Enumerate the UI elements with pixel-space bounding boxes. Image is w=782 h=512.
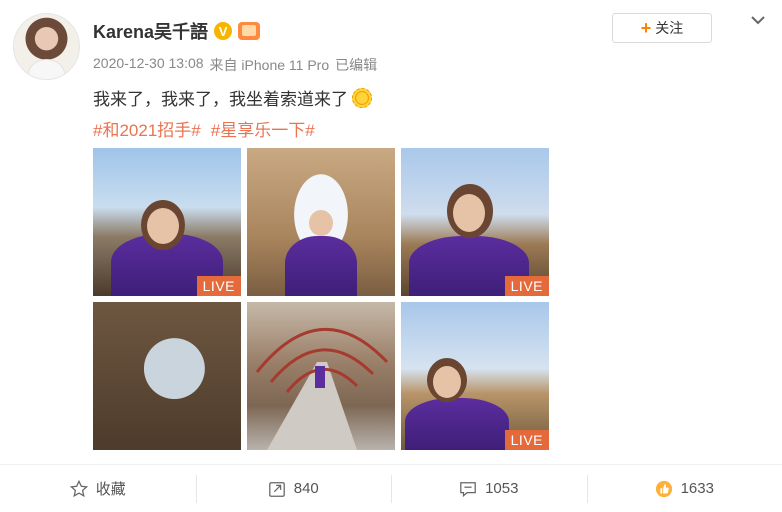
post-tags: #和2021招手# #星享乐一下# <box>93 116 315 141</box>
person-face <box>433 366 461 398</box>
verified-badge-icon: V <box>214 22 233 40</box>
repost-button[interactable]: 840 <box>195 465 392 512</box>
photo-thumbnail[interactable]: LIVE <box>401 148 549 296</box>
repost-count: 840 <box>293 480 319 497</box>
person-face <box>309 210 333 236</box>
post-edited-label[interactable]: 已编辑 <box>335 55 377 75</box>
plus-icon: + <box>640 18 652 38</box>
vip-icon <box>238 22 261 40</box>
post-source: 来自 iPhone 11 Pro <box>209 57 330 73</box>
avatar-shoulders <box>28 59 65 79</box>
repost-icon <box>268 481 285 497</box>
follow-button[interactable]: + 关注 <box>612 13 712 43</box>
chevron-down-icon[interactable] <box>750 12 766 28</box>
live-badge: LIVE <box>196 276 241 296</box>
post-text-content: 我来了，我来了，我坐着索道来了 <box>93 90 348 109</box>
photo-thumbnail[interactable] <box>247 148 395 296</box>
person-figure <box>285 236 357 296</box>
person-face <box>147 208 179 244</box>
post-timestamp[interactable]: 2020-12-30 13:08 <box>93 55 204 75</box>
like-button[interactable]: 1633 <box>586 465 782 512</box>
hashtag-link[interactable]: #星享乐一下# <box>211 116 315 141</box>
photo-thumbnail[interactable]: LIVE <box>93 148 241 296</box>
photo-grid: LIVE LIVE LIVE <box>93 148 549 450</box>
live-badge: LIVE <box>504 430 549 450</box>
photo-thumbnail[interactable] <box>247 302 395 450</box>
person-figure <box>405 398 509 450</box>
star-icon <box>69 479 88 497</box>
photo-thumbnail[interactable] <box>93 302 241 450</box>
sun-emoji-icon <box>352 87 372 108</box>
hashtag-link[interactable]: #和2021招手# <box>93 116 201 141</box>
like-icon <box>655 480 672 497</box>
follow-label: 关注 <box>655 20 684 36</box>
user-row: Karena吴千語 V <box>93 18 261 44</box>
favorite-button[interactable]: 收藏 <box>0 465 196 512</box>
action-bar: 收藏 840 1053 1633 <box>0 464 782 512</box>
slide-track-illustration <box>255 328 389 450</box>
post-meta: 2020-12-30 13:08 来自 iPhone 11 Pro 已编辑 <box>93 55 377 75</box>
avatar[interactable] <box>13 13 80 80</box>
username[interactable]: Karena吴千語 <box>93 18 208 44</box>
person-face <box>453 194 485 232</box>
like-count: 1633 <box>680 480 714 497</box>
favorite-label: 收藏 <box>95 481 126 498</box>
comment-count: 1053 <box>485 480 519 497</box>
post-text: 我来了，我来了，我坐着索道来了 <box>93 85 372 110</box>
live-badge: LIVE <box>504 276 549 296</box>
comment-button[interactable]: 1053 <box>391 465 587 512</box>
comment-icon <box>460 481 476 497</box>
photo-thumbnail[interactable]: LIVE <box>401 302 549 450</box>
